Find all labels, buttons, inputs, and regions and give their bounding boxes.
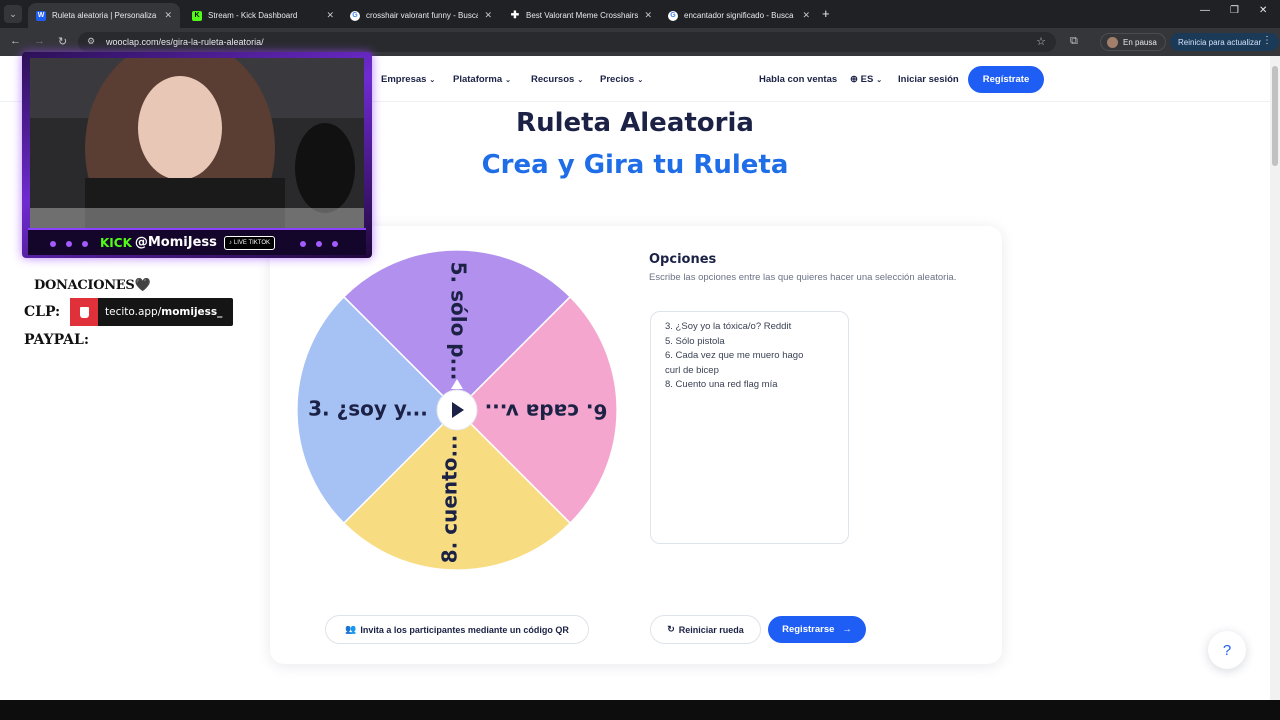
- profile-paused-button[interactable]: En pausa: [1100, 33, 1166, 51]
- globe-icon: ⊕: [850, 74, 861, 85]
- pause-label: En pausa: [1123, 37, 1157, 47]
- tab-encantador-search[interactable]: G encantador significado - Busca ✕: [660, 3, 818, 28]
- chevron-down-icon: ⌄: [577, 77, 584, 84]
- update-label: Reinicia para actualizar: [1178, 37, 1262, 47]
- decor-dot: [66, 241, 72, 247]
- decor-dot: [332, 241, 338, 247]
- reload-icon[interactable]: ↻: [58, 35, 67, 48]
- register-label: Registrarse: [782, 624, 835, 635]
- minimize-icon[interactable]: —: [1200, 5, 1210, 16]
- scrollbar[interactable]: [1270, 56, 1280, 700]
- donations-heading: DONACIONES🖤: [34, 278, 151, 293]
- paypal-label: PAYPAL:: [24, 332, 90, 348]
- decor-dot: [316, 241, 322, 247]
- clp-label: CLP:: [24, 304, 61, 320]
- tab-title: crosshair valorant funny - Busca: [366, 11, 479, 20]
- tab-title: Ruleta aleatoria | Personaliza y g: [52, 11, 159, 20]
- stream-handle-tag: KICK @MomiJess ♪ LIVE TIKTOK: [100, 235, 276, 250]
- bookmark-star-icon[interactable]: ☆: [1036, 35, 1046, 48]
- browser-tab-strip: ⌄ W Ruleta aleatoria | Personaliza y g ✕…: [0, 0, 1280, 28]
- kick-icon: K: [192, 10, 202, 21]
- option-line: 5. Sólo pistola: [665, 335, 725, 347]
- site-info-icon[interactable]: ⚙: [87, 36, 95, 47]
- options-title: Opciones: [649, 252, 717, 267]
- bottom-strip: [0, 700, 1280, 720]
- close-icon[interactable]: ✕: [802, 10, 810, 21]
- chevron-down-icon: ⌄: [876, 77, 883, 84]
- nav-plataforma[interactable]: Plataforma ⌄: [453, 74, 511, 85]
- chevron-down-icon: ⌄: [637, 77, 644, 84]
- option-line: 8. Cuento una red flag mía: [665, 379, 778, 390]
- register-button-top[interactable]: Regístrate: [968, 66, 1044, 93]
- nav-sales-link[interactable]: Habla con ventas: [759, 74, 837, 85]
- chevron-down-icon: ⌄: [505, 77, 511, 84]
- options-description: Escribe las opciones entre las que quier…: [649, 272, 957, 283]
- close-icon[interactable]: ✕: [326, 10, 334, 21]
- tab-valorant-crosshairs[interactable]: ✚ Best Valorant Meme Crosshairs ✕: [502, 3, 660, 28]
- url-text: wooclap.com/es/gira-la-ruleta-aleatoria/: [106, 37, 264, 47]
- forward-icon[interactable]: →: [34, 35, 45, 47]
- option-line: curl de bicep: [665, 364, 719, 376]
- tab-search-icon[interactable]: ⌄: [4, 5, 22, 23]
- decor-dot: [82, 241, 88, 247]
- chevron-down-icon: ⌄: [429, 77, 436, 84]
- reset-wheel-button[interactable]: ↻ Reiniciar rueda: [650, 615, 761, 644]
- live-badge-label: LIVE TIKTOK: [233, 239, 271, 246]
- restore-icon[interactable]: ❐: [1230, 5, 1239, 16]
- arrow-right-icon: →: [842, 624, 852, 635]
- decor-dot: [300, 241, 306, 247]
- option-line: 6. Cada vez que me muero hago: [665, 350, 804, 361]
- address-bar[interactable]: ⚙ wooclap.com/es/gira-la-ruleta-aleatori…: [78, 32, 1056, 52]
- options-textarea[interactable]: 3. ¿Soy yo la tóxica/o? Reddit 5. Sólo p…: [650, 311, 849, 544]
- tab-title: Best Valorant Meme Crosshairs: [526, 11, 639, 20]
- menu-kebab-icon[interactable]: ⋮: [1262, 35, 1272, 46]
- nav-empresas[interactable]: Empresas ⌄: [381, 74, 435, 85]
- users-icon: 👥: [345, 624, 357, 634]
- kick-logo: KICK: [100, 235, 132, 250]
- tiktok-icon: ♪: [228, 239, 232, 246]
- window-close-icon[interactable]: ✕: [1259, 5, 1267, 16]
- new-tab-icon[interactable]: +: [822, 6, 830, 21]
- tiktok-live-badge: ♪ LIVE TIKTOK: [223, 235, 276, 250]
- login-link[interactable]: Iniciar sesión: [898, 74, 959, 85]
- nav-precios[interactable]: Precios ⌄: [600, 74, 643, 85]
- close-icon[interactable]: ✕: [644, 10, 652, 21]
- invite-label: Invita a los participantes mediante un c…: [360, 624, 569, 635]
- streamer-handle: @MomiJess: [134, 235, 217, 250]
- invite-qr-button[interactable]: 👥 Invita a los participantes mediante un…: [325, 615, 589, 644]
- tecito-banner: tecito.app/momijess_: [70, 298, 233, 326]
- tab-ruleta[interactable]: W Ruleta aleatoria | Personaliza y g ✕: [28, 3, 180, 28]
- google-icon: G: [668, 10, 678, 21]
- language-selector[interactable]: ⊕ ES ⌄: [850, 74, 882, 85]
- tab-title: encantador significado - Busca: [684, 11, 794, 20]
- refresh-icon: ↻: [667, 624, 675, 634]
- tab-kick-dashboard[interactable]: K Stream - Kick Dashboard ✕: [184, 3, 342, 28]
- back-icon[interactable]: ←: [10, 35, 21, 47]
- option-line: 3. ¿Soy yo la tóxica/o? Reddit: [665, 321, 792, 332]
- tecito-link-text: tecito.app/momijess_: [105, 306, 223, 318]
- tab-crosshair-search[interactable]: G crosshair valorant funny - Busca ✕: [342, 3, 500, 28]
- decor-dot: [50, 241, 56, 247]
- spin-wheel[interactable]: 5. sólo p... 6. cada v... 8. cuento... 3…: [296, 249, 618, 571]
- wheel-segment-label: 6. cada v...: [485, 400, 608, 424]
- register-button[interactable]: Registrarse →: [768, 616, 866, 643]
- avatar: [1107, 36, 1118, 48]
- scroll-thumb[interactable]: [1272, 66, 1278, 166]
- help-button[interactable]: ?: [1208, 631, 1246, 669]
- cup-icon: [70, 298, 98, 326]
- extensions-icon[interactable]: ⧉: [1070, 35, 1078, 48]
- close-icon[interactable]: ✕: [164, 10, 172, 21]
- reset-label: Reiniciar rueda: [678, 624, 744, 635]
- wooclap-icon: W: [36, 10, 46, 21]
- google-icon: G: [350, 10, 360, 21]
- tab-title: Stream - Kick Dashboard: [208, 11, 298, 20]
- webcam-feed: [30, 58, 364, 228]
- close-icon[interactable]: ✕: [484, 10, 492, 21]
- wheel-segment-label: 3. ¿soy y...: [308, 397, 428, 421]
- wheel-segment-label: 8. cuento...: [438, 435, 462, 563]
- wheel-segment-label: 5. sólo p...: [447, 262, 471, 381]
- nav-recursos[interactable]: Recursos ⌄: [531, 74, 583, 85]
- plus-icon: ✚: [510, 10, 520, 21]
